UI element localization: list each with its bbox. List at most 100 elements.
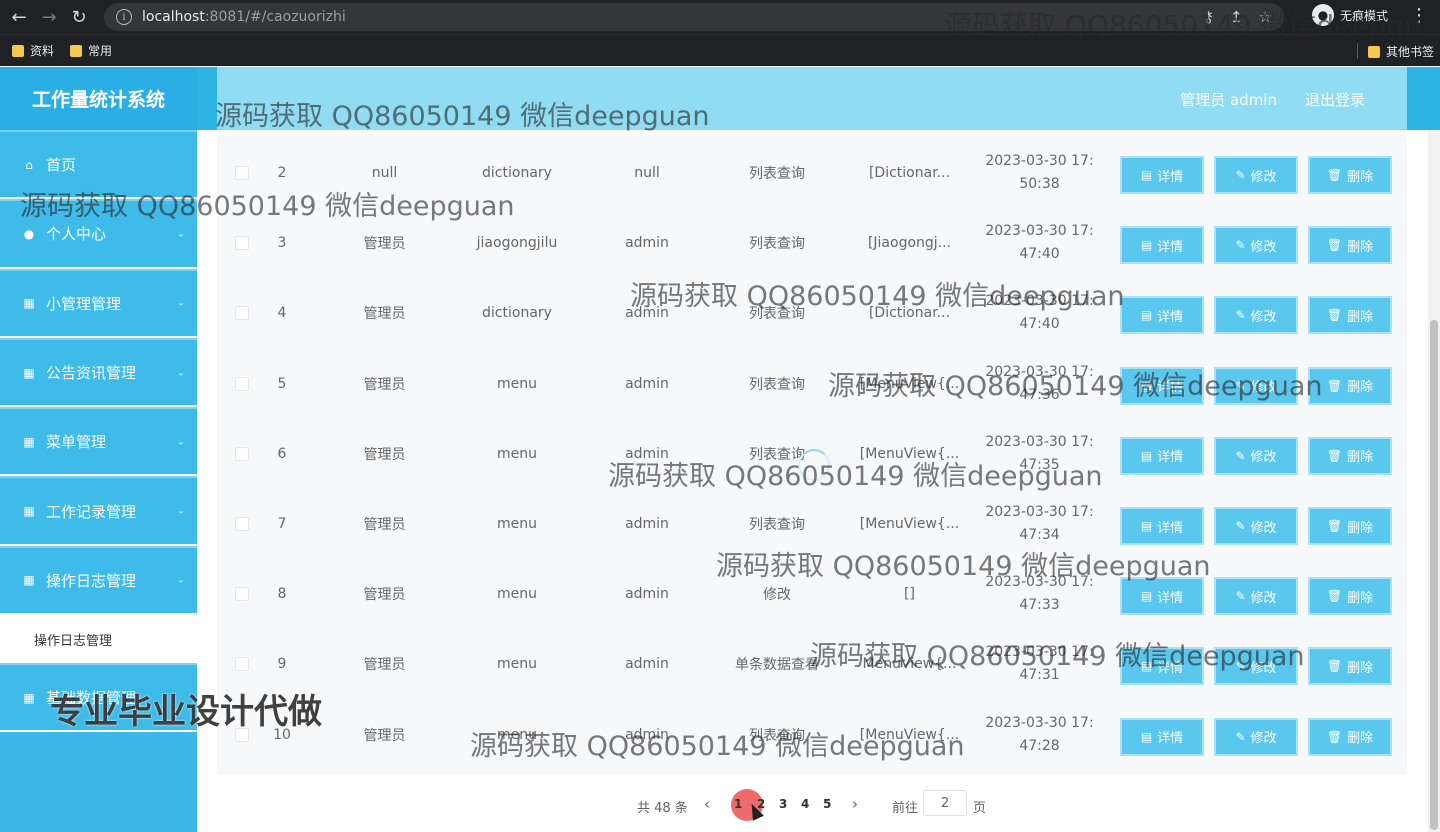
detail-button[interactable]: ▤ 详情 <box>1120 507 1204 545</box>
delete-button[interactable]: 🗑 删除 <box>1308 577 1392 616</box>
timestamp-time: 47:31 <box>1019 667 1060 684</box>
other-bookmarks[interactable]: 其他书签 <box>1367 43 1434 60</box>
page-4[interactable]: 4 <box>801 797 809 811</box>
url-path: :8081/#/caozuorizhi <box>204 9 346 25</box>
detail-button-label: 详情 <box>1157 239 1184 255</box>
delete-button[interactable]: 🗑 删除 <box>1308 366 1392 405</box>
logout-link[interactable]: 退出登录 <box>1305 89 1365 110</box>
edit-button[interactable]: ✎ 修改 <box>1214 156 1298 194</box>
edit-button[interactable]: ✎ 修改 <box>1214 577 1298 616</box>
cell-op: 列表查询 <box>749 306 805 323</box>
goto-label: 前往 <box>892 801 919 816</box>
delete-button[interactable]: 🗑 删除 <box>1308 717 1392 756</box>
detail-button[interactable]: ▤ 详情 <box>1120 436 1204 475</box>
delete-button[interactable]: 🗑 删除 <box>1308 296 1392 335</box>
detail-button[interactable]: ▤ 详情 <box>1120 226 1204 265</box>
pencil-icon: ✎ <box>1235 519 1246 533</box>
incognito-indicator[interactable]: ● 无痕模式 <box>1312 4 1388 26</box>
cell-detail: [Jiaogongj... <box>867 235 952 252</box>
sidebar-subitem-oplog[interactable]: 操作日志管理 <box>0 615 197 664</box>
delete-button[interactable]: 🗑 删除 <box>1308 156 1392 194</box>
row-checkbox[interactable] <box>235 517 249 531</box>
delete-button[interactable]: 🗑 删除 <box>1308 436 1392 475</box>
forward-icon[interactable]: → <box>34 2 64 32</box>
address-bar[interactable]: i localhost :8081/#/caozuorizhi ⚷ ↥ ☆ <box>104 3 1284 31</box>
edit-button[interactable]: ✎ 修改 <box>1214 226 1298 265</box>
sidebar-item-work[interactable]: ▦ 工作记录管理 ⌄ <box>0 476 197 546</box>
user-label: 管理员 admin <box>1180 91 1277 109</box>
cell-timestamp: 2023-03-30 17: 47:34 <box>982 489 1097 559</box>
back-icon[interactable]: ← <box>4 2 34 32</box>
goto-unit: 页 <box>973 801 987 816</box>
edit-button[interactable]: ✎ 修改 <box>1214 296 1298 335</box>
row-checkbox[interactable] <box>235 166 249 180</box>
next-page-icon[interactable]: › <box>852 795 858 813</box>
star-icon[interactable]: ☆ <box>1259 8 1272 26</box>
edit-button[interactable]: ✎ 修改 <box>1214 647 1298 686</box>
sidebar-item-home[interactable]: ⌂ 首页 <box>0 130 197 200</box>
detail-button-label: 详情 <box>1157 450 1184 466</box>
row-checkbox[interactable] <box>235 587 249 602</box>
detail-button[interactable]: ▤ 详情 <box>1120 156 1204 194</box>
table-row: 3 管理员 jiaogongjilu admin 列表查询 [Jiaogongj... 20… <box>217 208 1407 278</box>
cell-detail: [MenuView{... <box>859 726 960 743</box>
cell-table: menu <box>497 656 537 673</box>
detail-button-label: 详情 <box>1157 660 1184 676</box>
sidebar-item-oplog[interactable]: ▦ 操作日志管理 ⌄ <box>0 545 197 616</box>
goto-page-input[interactable]: 2 <box>923 790 967 816</box>
timestamp-time: 47:40 <box>1019 246 1060 263</box>
document-icon: ▤ <box>1140 378 1153 393</box>
detail-button[interactable]: ▤ 详情 <box>1120 717 1204 756</box>
delete-button[interactable]: 🗑 删除 <box>1308 226 1392 265</box>
delete-button-label: 删除 <box>1347 309 1374 325</box>
grid-icon: ▦ <box>23 690 35 705</box>
detail-button[interactable]: ▤ 详情 <box>1120 577 1204 616</box>
page-1[interactable]: 1 <box>734 797 742 811</box>
cell-detail: [MenuView{... <box>859 375 960 392</box>
edit-button[interactable]: ✎ 修改 <box>1214 507 1298 545</box>
cell-table: menu <box>497 375 537 392</box>
edit-button[interactable]: ✎ 修改 <box>1214 366 1298 405</box>
delete-button[interactable]: 🗑 删除 <box>1308 507 1392 545</box>
row-checkbox[interactable] <box>235 727 249 742</box>
detail-button[interactable]: ▤ 详情 <box>1120 366 1204 405</box>
key-icon[interactable]: ⚷ <box>1203 8 1214 26</box>
row-checkbox[interactable] <box>235 306 249 321</box>
info-icon[interactable]: i <box>116 9 132 25</box>
row-checkbox[interactable] <box>235 376 249 391</box>
delete-button[interactable]: 🗑 删除 <box>1308 647 1392 686</box>
edit-button[interactable]: ✎ 修改 <box>1214 436 1298 475</box>
sidebar-item-basic[interactable]: ▦ 基础数据管理 <box>0 663 197 733</box>
row-checkbox[interactable] <box>235 657 249 672</box>
bookmark-folder[interactable]: 常用 <box>70 42 112 59</box>
row-checkbox[interactable] <box>235 446 249 461</box>
sidebar-item-profile[interactable]: ● 个人中心 ⌄ <box>0 199 197 269</box>
folder-icon <box>70 44 83 57</box>
detail-button[interactable]: ▤ 详情 <box>1120 296 1204 335</box>
cell-role: 管理员 <box>363 376 406 393</box>
sidebar-item-xiao[interactable]: ▦ 小管理管理 ⌄ <box>0 268 197 338</box>
pencil-icon: ✎ <box>1235 238 1246 253</box>
cell-detail: [Dictionar... <box>868 305 951 322</box>
folder-icon <box>12 44 24 57</box>
detail-button-label: 详情 <box>1157 731 1184 747</box>
sidebar-item-menu[interactable]: ▦ 菜单管理 ⌄ <box>0 407 197 477</box>
prev-page-icon[interactable]: ‹ <box>704 795 710 813</box>
page-3[interactable]: 3 <box>779 797 787 811</box>
row-checkbox[interactable] <box>235 236 249 251</box>
document-icon: ▤ <box>1140 659 1153 674</box>
scrollbar-thumb[interactable] <box>1430 320 1438 830</box>
bookmark-folder[interactable]: 资料 <box>12 42 54 59</box>
scrollbar[interactable] <box>1428 130 1440 832</box>
chevron-down-icon: ⌄ <box>176 436 185 448</box>
timestamp-date: 2023-03-30 17: <box>985 574 1094 591</box>
reload-icon[interactable]: ↻ <box>64 2 94 32</box>
page-5[interactable]: 5 <box>823 797 831 811</box>
menu-icon[interactable]: ⋮ <box>1410 5 1428 26</box>
sidebar-item-notice[interactable]: ▦ 公告资讯管理 ⌄ <box>0 337 197 408</box>
trash-icon: 🗑 <box>1326 729 1343 744</box>
cell-role: 管理员 <box>363 517 406 533</box>
share-icon[interactable]: ↥ <box>1230 8 1243 26</box>
edit-button[interactable]: ✎ 修改 <box>1214 717 1298 756</box>
detail-button[interactable]: ▤ 详情 <box>1120 647 1204 686</box>
